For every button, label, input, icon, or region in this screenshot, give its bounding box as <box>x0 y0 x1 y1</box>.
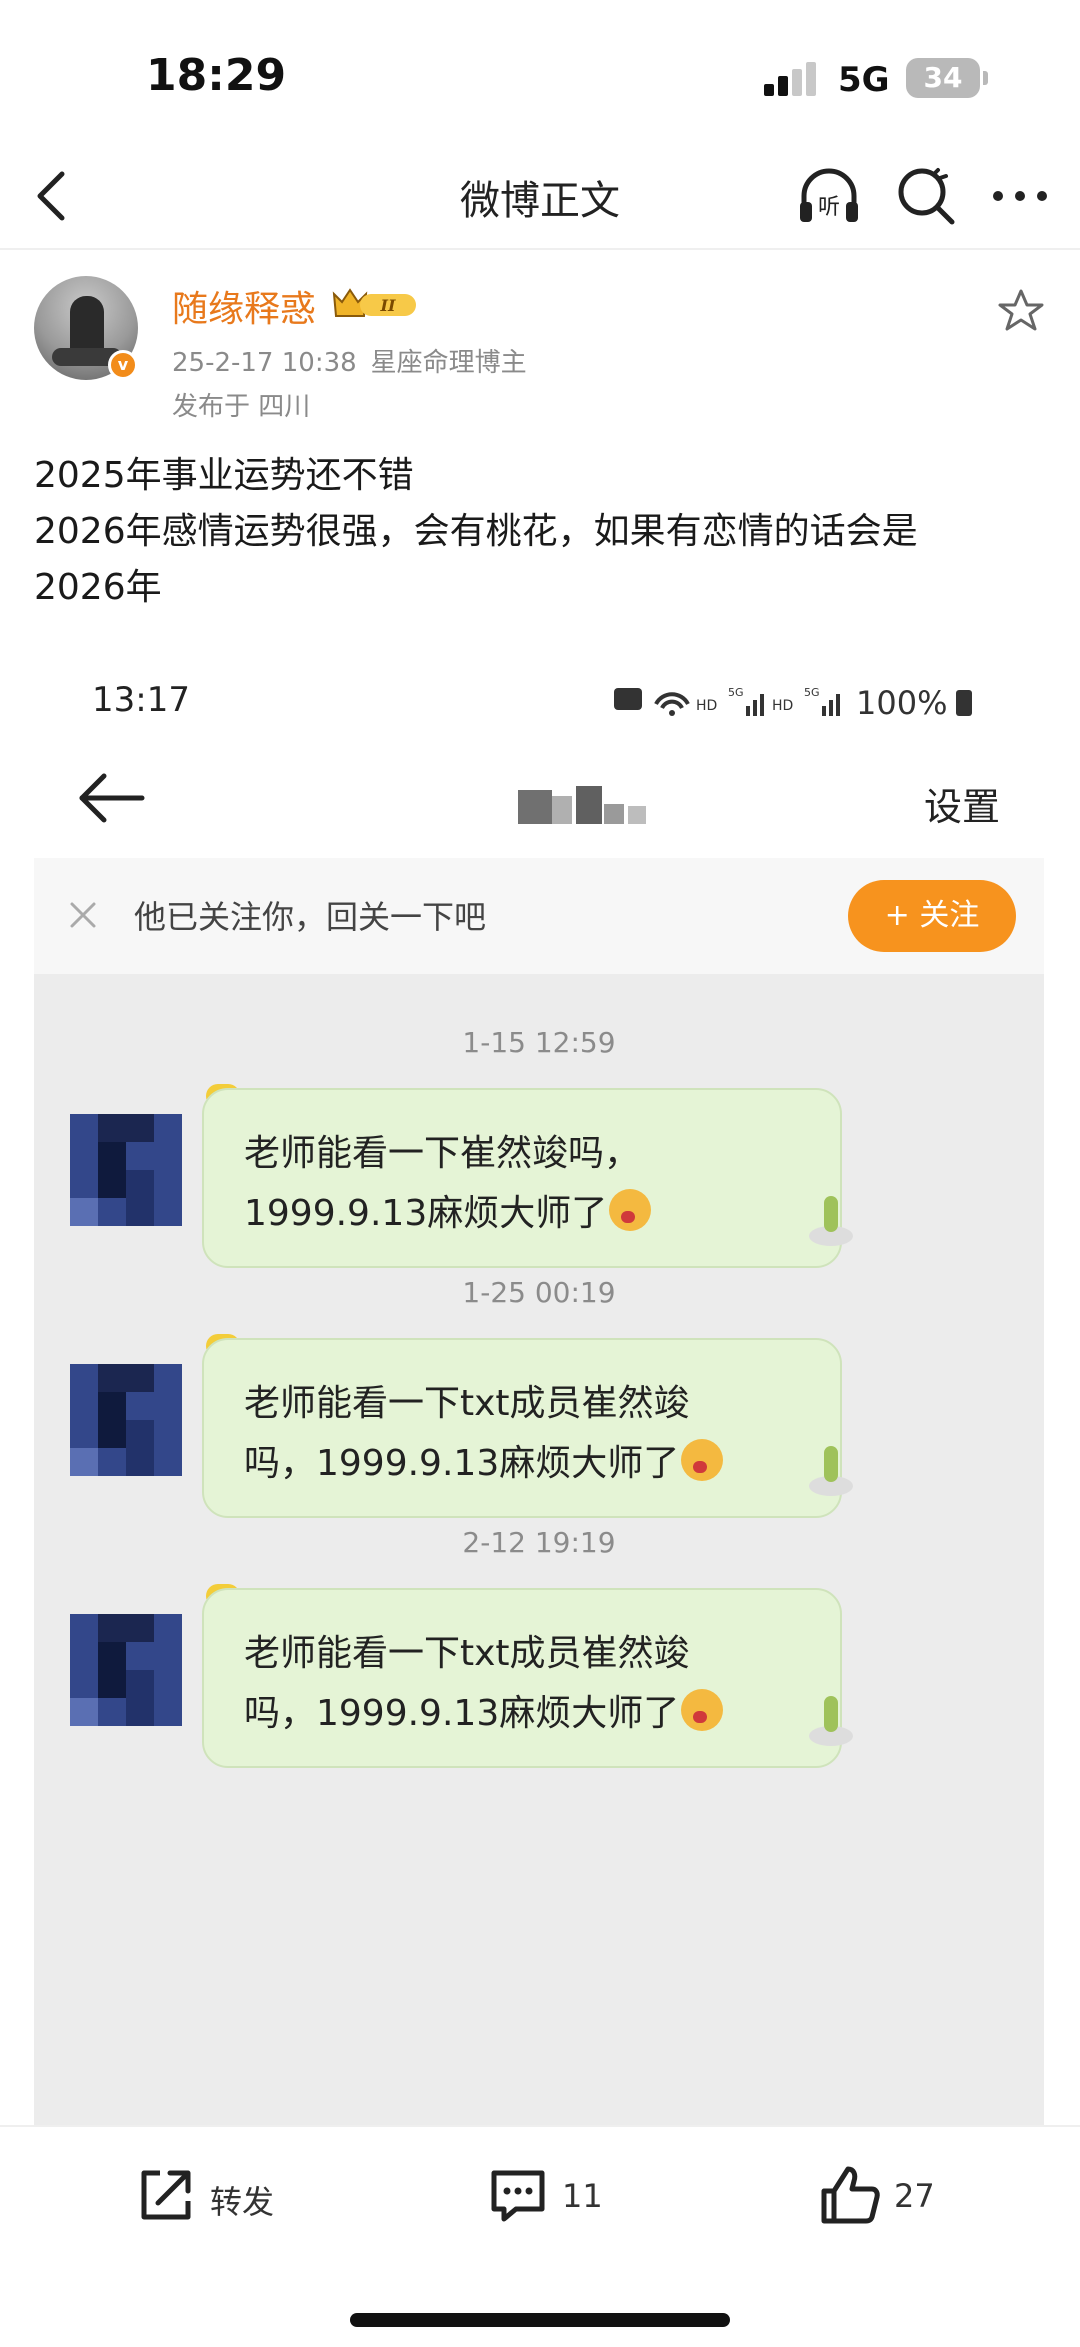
post-meta: 25-2-17 10:38 星座命理博主 <box>172 342 541 379</box>
thumbs-up-icon <box>821 2166 880 2224</box>
follow-prompt-text: 他已关注你，回关一下吧 <box>134 898 487 936</box>
bottom-action-bar: 转发 11 27 <box>0 2125 1080 2347</box>
message-text: 1999.9.13麻烦大师了 <box>244 1193 608 1234</box>
network-label: 5G <box>838 60 890 100</box>
chat-area: 1-15 12:59 老师能看一下崔然竣吗， 1999.9.13麻烦大师了 1-… <box>34 974 1044 2125</box>
status-time: 18:29 <box>146 50 287 101</box>
svg-text:100%: 100% <box>856 684 947 722</box>
message-timestamp: 2-12 19:19 <box>462 1526 616 1559</box>
repost-button[interactable]: 转发 <box>134 2163 294 2233</box>
post-line: 2026年感情运势很强，会有桃花，如果有恋情的话会是 <box>34 511 918 552</box>
like-button[interactable]: 27 <box>818 2163 958 2233</box>
vip-crown-badge: II <box>330 286 422 322</box>
message-text: 吗，1999.9.13麻烦大师了 <box>244 1443 680 1484</box>
status-bar: 18:29 5G 34 <box>0 0 1080 140</box>
top-nav: 微博正文 听 <box>0 140 1080 250</box>
message-bubble: 老师能看一下txt成员崔然竣 吗，1999.9.13麻烦大师了 <box>202 1338 842 1518</box>
more-dots-icon[interactable] <box>990 164 1050 228</box>
post-line: 2025年事业运势还不错 <box>34 455 414 496</box>
blurred-avatar <box>70 1614 182 1726</box>
arrow-left-icon <box>74 768 150 828</box>
comment-count: 11 <box>562 2177 603 2215</box>
verified-badge: v <box>108 350 138 380</box>
blurred-avatar <box>70 1364 182 1476</box>
home-indicator[interactable] <box>350 2313 730 2327</box>
star-icon[interactable] <box>998 288 1044 332</box>
svg-text:5G: 5G <box>728 686 744 699</box>
svg-text:5G: 5G <box>804 686 820 699</box>
message-bubble: 老师能看一下崔然竣吗， 1999.9.13麻烦大师了 <box>202 1088 842 1268</box>
embedded-chat-header: 设置 <box>34 748 1044 858</box>
close-icon <box>64 896 102 934</box>
bubble-decoration-icon <box>806 1188 856 1248</box>
emoji-icon <box>681 1689 724 1731</box>
post-location: 发布于 四川 <box>172 392 311 422</box>
svg-text:II: II <box>380 296 396 315</box>
author-tag: 星座命理博主 <box>370 348 527 378</box>
embedded-time: 13:17 <box>92 680 190 720</box>
message-bubble: 老师能看一下txt成员崔然竣 吗，1999.9.13麻烦大师了 <box>202 1588 842 1768</box>
listen-headphones-icon[interactable]: 听 <box>796 164 862 228</box>
emoji-icon <box>609 1189 652 1231</box>
blurred-contact-name <box>518 786 648 826</box>
svg-text:HD: HD <box>696 698 717 714</box>
message-text: 老师能看一下txt成员崔然竣 <box>244 1633 690 1674</box>
battery-icon: 34 <box>906 58 988 98</box>
blurred-avatar <box>70 1114 182 1226</box>
post-image[interactable]: 13:17 HD 5G HD 5G 100% 设置 他已关注你，回关一下吧 + … <box>34 652 1044 2125</box>
like-count: 27 <box>894 2177 935 2215</box>
message-text: 老师能看一下崔然竣吗， <box>244 1133 641 1174</box>
svg-text:HD: HD <box>772 698 793 714</box>
follow-prompt-bar: 他已关注你，回关一下吧 + 关注 <box>34 858 1044 974</box>
search-icon[interactable] <box>894 164 958 228</box>
message-timestamp: 1-25 00:19 <box>462 1276 616 1309</box>
post-body: 2025年事业运势还不错 2026年感情运势很强，会有桃花，如果有恋情的话会是 … <box>34 448 1044 616</box>
comment-icon <box>491 2170 545 2222</box>
svg-text:听: 听 <box>818 195 840 220</box>
embedded-status: HD 5G HD 5G 100% <box>612 682 1032 730</box>
comment-button[interactable]: 11 <box>486 2163 626 2233</box>
share-icon <box>141 2170 191 2220</box>
follow-button: + 关注 <box>848 880 1016 952</box>
post-date: 25-2-17 10:38 <box>172 348 357 378</box>
post-line: 2026年 <box>34 567 162 608</box>
message-text: 老师能看一下txt成员崔然竣 <box>244 1383 690 1424</box>
author-name[interactable]: 随缘释惑 <box>172 280 316 332</box>
message-timestamp: 1-15 12:59 <box>462 1026 616 1059</box>
bubble-decoration-icon <box>806 1438 856 1498</box>
signal-icon <box>764 62 820 96</box>
bubble-decoration-icon <box>806 1688 856 1748</box>
emoji-icon <box>681 1439 724 1481</box>
embedded-settings: 设置 <box>924 785 1001 829</box>
repost-label: 转发 <box>210 2183 275 2221</box>
message-text: 吗，1999.9.13麻烦大师了 <box>244 1693 680 1734</box>
